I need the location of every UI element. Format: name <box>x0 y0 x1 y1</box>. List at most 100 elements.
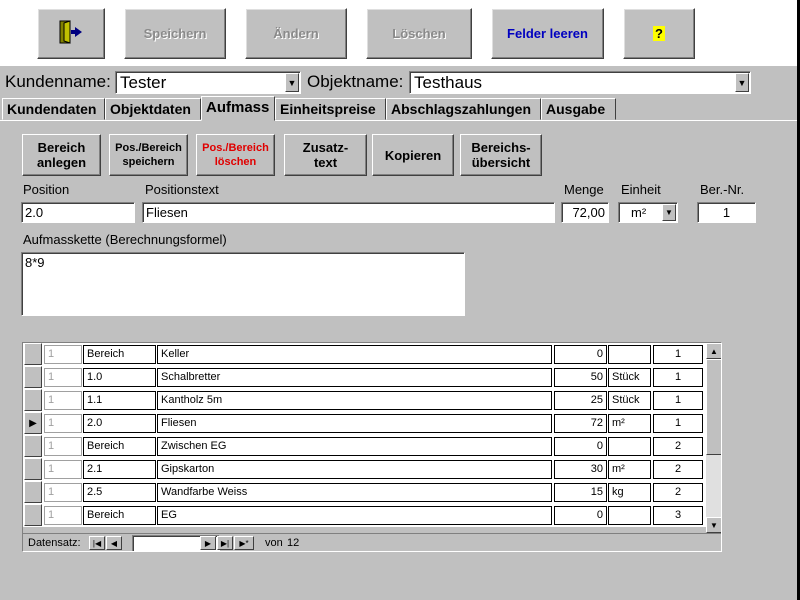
cell-area[interactable]: 2 <box>653 460 703 479</box>
copy-button[interactable]: Kopieren <box>372 134 454 176</box>
area-number-field[interactable]: 1 <box>697 202 756 223</box>
first-record-icon[interactable]: |◀ <box>89 536 105 550</box>
cell-text[interactable]: Keller <box>157 345 552 364</box>
positions-table[interactable]: 1 Bereich Keller 0 1 1 1.0 Schalbretter 50 Stück 1… <box>22 342 722 552</box>
cell-qty[interactable]: 50 <box>554 368 607 387</box>
cell-unit[interactable]: m² <box>608 414 651 433</box>
chevron-down-icon[interactable]: ▼ <box>735 73 749 92</box>
clear-fields-button[interactable]: Felder leeren <box>491 8 604 59</box>
cell-qty[interactable]: 30 <box>554 460 607 479</box>
tab-aufmass[interactable]: Aufmass <box>201 96 275 121</box>
tab-kundendaten[interactable]: Kundendaten <box>2 98 105 120</box>
row-selector[interactable] <box>24 343 42 365</box>
table-row[interactable]: 1 2.1 Gipskarton 30 m² 2 <box>23 458 706 481</box>
cell-pos[interactable]: Bereich <box>83 437 156 456</box>
cell-unit[interactable]: Stück <box>608 368 651 387</box>
cell-text[interactable]: Gipskarton <box>157 460 552 479</box>
cell-qty[interactable]: 15 <box>554 483 607 502</box>
previous-record-icon[interactable]: ◀ <box>106 536 122 550</box>
cell-qty[interactable]: 0 <box>554 506 607 525</box>
tab-objektdaten[interactable]: Objektdaten <box>105 98 201 120</box>
tab-einheitspreise[interactable]: Einheitspreise <box>275 98 386 120</box>
cell-qty[interactable]: 72 <box>554 414 607 433</box>
cell-idx[interactable]: 1 <box>44 368 82 387</box>
object-select[interactable]: Testhaus ▼ <box>409 71 751 94</box>
tab-ausgabe[interactable]: Ausgabe <box>541 98 616 120</box>
current-record-icon[interactable]: ▶ <box>24 412 42 434</box>
help-button[interactable]: ? <box>623 8 695 59</box>
row-selector[interactable] <box>24 435 42 457</box>
delete-button[interactable]: Löschen <box>366 8 472 59</box>
cell-idx[interactable]: 1 <box>44 414 82 433</box>
cell-text[interactable]: Zwischen EG <box>157 437 552 456</box>
cell-idx[interactable]: 1 <box>44 506 82 525</box>
cell-text[interactable]: Schalbretter <box>157 368 552 387</box>
delete-position-button[interactable]: Pos./Bereich löschen <box>196 134 275 176</box>
scroll-down-icon[interactable]: ▼ <box>706 517 721 533</box>
cell-area[interactable]: 1 <box>653 368 703 387</box>
position-field[interactable]: 2.0 <box>21 202 135 223</box>
table-row[interactable]: 1 1.1 Kantholz 5m 25 Stück 1 <box>23 389 706 412</box>
cell-area[interactable]: 2 <box>653 483 703 502</box>
cell-unit[interactable] <box>608 437 651 456</box>
last-record-icon[interactable]: ▶| <box>217 536 233 550</box>
cell-area[interactable]: 3 <box>653 506 703 525</box>
cell-idx[interactable]: 1 <box>44 391 82 410</box>
table-row[interactable]: ▶ 1 2.0 Fliesen 72 m² 1 <box>23 412 706 435</box>
quantity-field[interactable]: 72,00 <box>561 202 609 223</box>
chevron-down-icon[interactable]: ▼ <box>662 204 676 221</box>
cell-pos[interactable]: 1.0 <box>83 368 156 387</box>
cell-qty[interactable]: 0 <box>554 345 607 364</box>
table-row[interactable]: 1 Bereich Zwischen EG 0 2 <box>23 435 706 458</box>
formula-textarea[interactable]: 8*9 <box>21 252 465 316</box>
row-selector[interactable] <box>24 481 42 503</box>
row-selector[interactable] <box>24 366 42 388</box>
unit-select[interactable]: m² ▼ <box>618 202 678 223</box>
new-record-icon[interactable]: ▶* <box>234 536 254 550</box>
cell-text[interactable]: Fliesen <box>157 414 552 433</box>
cell-area[interactable]: 1 <box>653 414 703 433</box>
exit-button[interactable] <box>37 8 105 59</box>
cell-pos[interactable]: 2.0 <box>83 414 156 433</box>
cell-text[interactable]: EG <box>157 506 552 525</box>
save-button[interactable]: Speichern <box>124 8 226 59</box>
cell-unit[interactable] <box>608 345 651 364</box>
cell-area[interactable]: 2 <box>653 437 703 456</box>
cell-pos[interactable]: Bereich <box>83 345 156 364</box>
cell-qty[interactable]: 0 <box>554 437 607 456</box>
row-selector[interactable] <box>24 504 42 526</box>
cell-pos[interactable]: 2.1 <box>83 460 156 479</box>
cell-pos[interactable]: 1.1 <box>83 391 156 410</box>
scroll-thumb[interactable] <box>706 359 721 455</box>
table-row[interactable]: 1 1.0 Schalbretter 50 Stück 1 <box>23 366 706 389</box>
cell-pos[interactable]: 2.5 <box>83 483 156 502</box>
table-row[interactable]: 1 Bereich EG 0 3 <box>23 504 706 527</box>
cell-text[interactable]: Kantholz 5m <box>157 391 552 410</box>
cell-qty[interactable]: 25 <box>554 391 607 410</box>
change-button[interactable]: Ändern <box>245 8 347 59</box>
cell-unit[interactable] <box>608 506 651 525</box>
row-selector[interactable] <box>24 458 42 480</box>
position-text-field[interactable]: Fliesen <box>142 202 555 223</box>
table-row[interactable]: 1 Bereich Keller 0 1 <box>23 343 706 366</box>
area-overview-button[interactable]: Bereichs-übersicht <box>460 134 542 176</box>
cell-area[interactable]: 1 <box>653 391 703 410</box>
cell-idx[interactable]: 1 <box>44 460 82 479</box>
cell-text[interactable]: Wandfarbe Weiss <box>157 483 552 502</box>
chevron-down-icon[interactable]: ▼ <box>285 73 299 92</box>
save-position-button[interactable]: Pos./Bereich speichern <box>109 134 188 176</box>
cell-idx[interactable]: 1 <box>44 345 82 364</box>
table-row[interactable]: 1 2.5 Wandfarbe Weiss 15 kg 2 <box>23 481 706 504</box>
row-selector[interactable] <box>24 389 42 411</box>
create-area-button[interactable]: Bereich anlegen <box>22 134 101 176</box>
extra-text-button[interactable]: Zusatz-text <box>284 134 367 176</box>
scroll-up-icon[interactable]: ▲ <box>706 343 721 359</box>
vertical-scrollbar[interactable]: ▲ ▼ <box>706 343 721 533</box>
cell-idx[interactable]: 1 <box>44 483 82 502</box>
next-record-icon[interactable]: ▶ <box>200 536 216 550</box>
cell-unit[interactable]: Stück <box>608 391 651 410</box>
cell-unit[interactable]: kg <box>608 483 651 502</box>
customer-select[interactable]: Tester ▼ <box>115 71 301 94</box>
cell-area[interactable]: 1 <box>653 345 703 364</box>
tab-abschlagszahlungen[interactable]: Abschlagszahlungen <box>386 98 541 120</box>
